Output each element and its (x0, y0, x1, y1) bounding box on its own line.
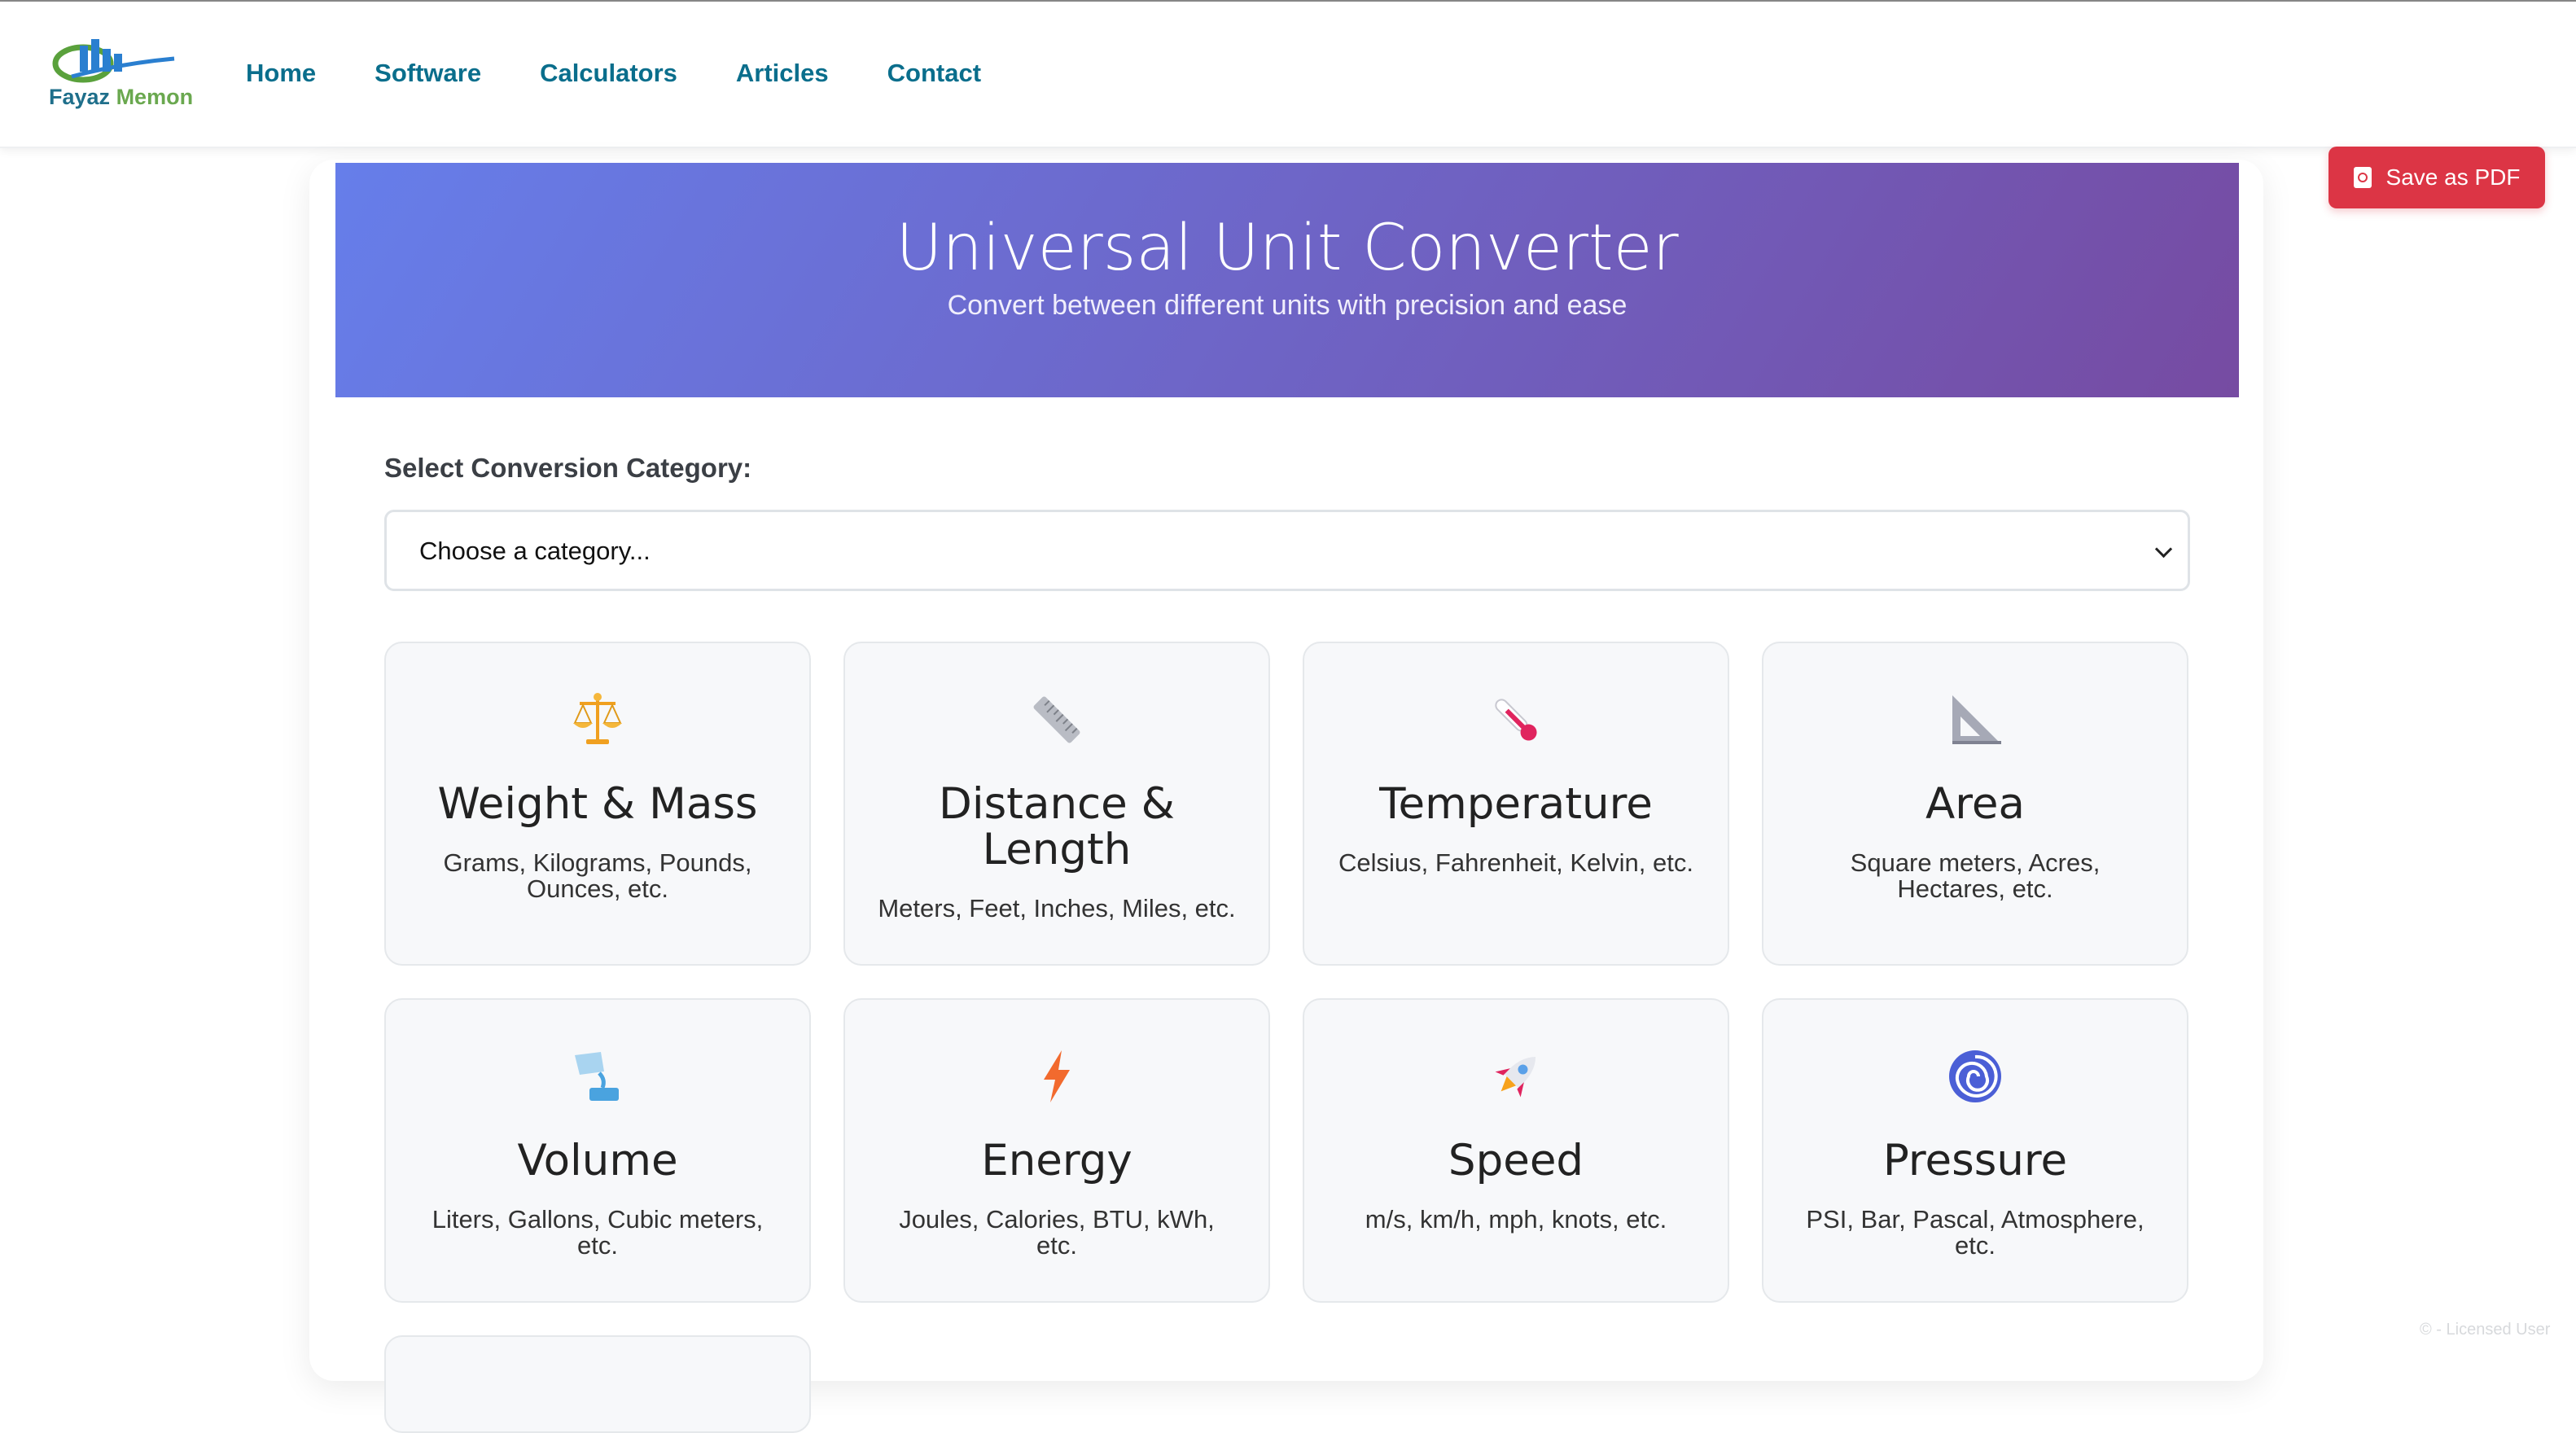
category-tile-weight[interactable]: Weight & Mass Grams, Kilograms, Pounds, … (384, 642, 811, 966)
category-tile-pressure[interactable]: Pressure PSI, Bar, Pascal, Atmosphere, e… (1762, 998, 2188, 1303)
pouring-liquid-icon (386, 1047, 809, 1106)
category-description: Liters, Gallons, Cubic meters, etc. (432, 1205, 764, 1260)
balance-scale-icon (386, 690, 809, 749)
category-tile-distance[interactable]: Distance & Length Meters, Feet, Inches, … (843, 642, 1270, 966)
nav-home[interactable]: Home (246, 59, 316, 88)
category-title: Speed (1448, 1136, 1584, 1185)
navbar: Fayaz Memon Home Software Calculators Ar… (0, 2, 2576, 148)
category-title: Energy (981, 1136, 1132, 1185)
category-description: Grams, Kilograms, Pounds, Ounces, etc. (443, 848, 752, 903)
logo-text: Fayaz Memon (49, 85, 244, 110)
category-select-value: Choose a category... (419, 537, 651, 565)
save-as-pdf-label: Save as PDF (2385, 164, 2521, 190)
pdf-file-icon (2353, 167, 2372, 188)
site-logo[interactable]: Fayaz Memon (47, 34, 194, 116)
cyclone-icon (1763, 1047, 2187, 1106)
category-tile-area[interactable]: Area Square meters, Acres, Hectares, etc… (1762, 642, 2188, 966)
logo-graphic (52, 39, 175, 83)
page-title: Universal Unit Converter (896, 212, 1679, 285)
category-select[interactable]: Choose a category... (384, 510, 2190, 591)
category-title: Distance & Length (939, 779, 1175, 874)
page-subtitle: Convert between different units with pre… (947, 290, 1628, 321)
logo-text-part2: Memon (116, 85, 194, 109)
thermometer-icon (1304, 690, 1728, 749)
category-title: Pressure (1882, 1136, 2068, 1185)
ruler-icon (845, 690, 1268, 749)
category-tile-speed[interactable]: Speed m/s, km/h, mph, knots, etc. (1303, 998, 1729, 1303)
category-title: Weight & Mass (437, 779, 758, 829)
hero-banner: Universal Unit Converter Convert between… (335, 163, 2239, 397)
nav-software[interactable]: Software (375, 59, 481, 88)
main-nav: Home Software Calculators Articles Conta… (246, 59, 1040, 88)
nav-contact[interactable]: Contact (887, 59, 981, 88)
category-description: m/s, km/h, mph, knots, etc. (1365, 1205, 1667, 1234)
category-description: Joules, Calories, BTU, kWh, etc. (899, 1205, 1215, 1260)
category-description: PSI, Bar, Pascal, Atmosphere, etc. (1806, 1205, 2144, 1260)
category-title: Area (1925, 779, 2025, 829)
category-description: Square meters, Acres, Hectares, etc. (1850, 848, 2101, 903)
nav-articles[interactable]: Articles (736, 59, 829, 88)
license-watermark: © - Licensed User (2420, 1321, 2551, 1339)
save-as-pdf-button[interactable]: Save as PDF (2328, 147, 2545, 208)
category-tile-temperature[interactable]: Temperature Celsius, Fahrenheit, Kelvin,… (1303, 642, 1729, 966)
category-description: Celsius, Fahrenheit, Kelvin, etc. (1338, 848, 1693, 877)
category-select-label: Select Conversion Category: (384, 453, 752, 483)
triangular-ruler-icon (1763, 690, 2187, 749)
logo-text-part1: Fayaz (49, 85, 111, 109)
nav-calculators[interactable]: Calculators (540, 59, 677, 88)
category-tile-energy[interactable]: Energy Joules, Calories, BTU, kWh, etc. (843, 998, 1270, 1303)
lightning-icon (845, 1047, 1268, 1106)
category-title: Temperature (1379, 779, 1653, 829)
chevron-down-icon (2154, 540, 2173, 559)
category-title: Volume (517, 1136, 678, 1185)
category-tile-partial[interactable] (384, 1335, 811, 1433)
rocket-icon (1304, 1047, 1728, 1106)
category-tile-volume[interactable]: Volume Liters, Gallons, Cubic meters, et… (384, 998, 811, 1303)
category-description: Meters, Feet, Inches, Miles, etc. (878, 894, 1236, 922)
